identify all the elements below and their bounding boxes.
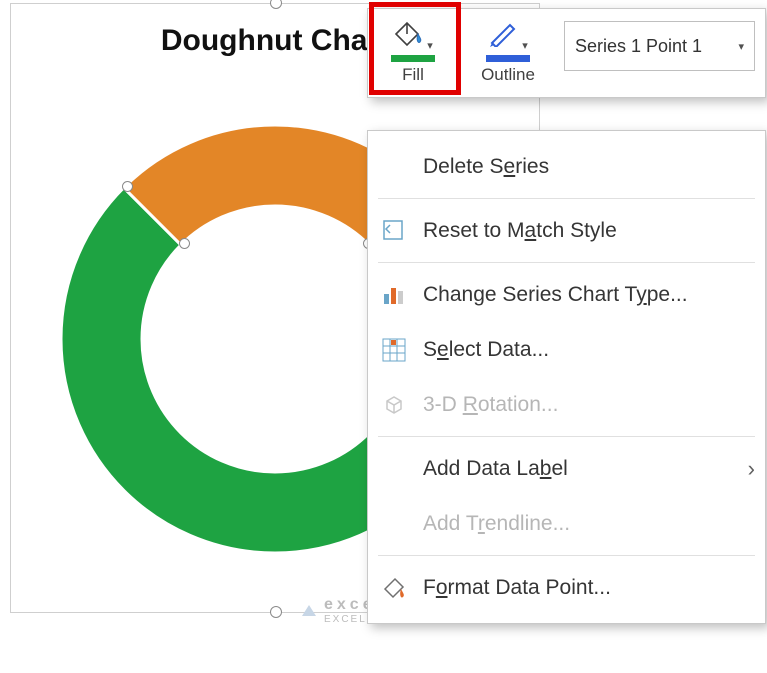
menu-reset-style[interactable]: Reset to Match Style bbox=[368, 203, 765, 258]
menu-3d-rotation: 3-D Rotation... bbox=[368, 377, 765, 432]
menu-format-data-point[interactable]: Format Data Point... bbox=[368, 560, 765, 615]
pen-icon bbox=[488, 21, 518, 52]
menu-label: Select Data... bbox=[423, 338, 549, 362]
menu-change-chart-type[interactable]: Change Series Chart Type... bbox=[368, 267, 765, 322]
chevron-down-icon: ▾ bbox=[738, 40, 744, 53]
blank-icon bbox=[380, 153, 408, 181]
menu-label: Add Trendline... bbox=[423, 512, 570, 536]
menu-add-trendline: Add Trendline... bbox=[368, 496, 765, 551]
fill-color-swatch bbox=[391, 55, 435, 62]
chart-element-selector-value: Series 1 Point 1 bbox=[575, 36, 702, 57]
reset-icon bbox=[380, 217, 408, 245]
menu-separator bbox=[378, 436, 755, 437]
menu-label: Change Series Chart Type... bbox=[423, 283, 688, 307]
blank-icon bbox=[380, 455, 408, 483]
mini-toolbar: ▾ Fill ▾ Outline Series 1 Point 1 ▾ bbox=[367, 8, 766, 98]
menu-separator bbox=[378, 555, 755, 556]
watermark-icon bbox=[300, 602, 318, 620]
chevron-right-icon: › bbox=[748, 456, 755, 482]
menu-select-data[interactable]: Select Data... bbox=[368, 322, 765, 377]
chart-type-icon bbox=[380, 281, 408, 309]
cube-icon bbox=[380, 391, 408, 419]
outline-label: Outline bbox=[481, 65, 535, 85]
chart-element-selector[interactable]: Series 1 Point 1 ▾ bbox=[564, 21, 755, 71]
select-data-icon bbox=[380, 336, 408, 364]
chevron-down-icon: ▾ bbox=[522, 39, 528, 52]
menu-label: Format Data Point... bbox=[423, 576, 611, 600]
bucket-icon bbox=[393, 21, 423, 52]
selection-handle[interactable] bbox=[179, 238, 190, 249]
menu-label: Delete Series bbox=[423, 155, 549, 179]
menu-label: Add Data Label bbox=[423, 457, 568, 481]
menu-add-data-label[interactable]: Add Data Label › bbox=[368, 441, 765, 496]
menu-separator bbox=[378, 198, 755, 199]
context-menu: Delete Series Reset to Match Style Chang… bbox=[367, 130, 766, 624]
outline-color-swatch bbox=[486, 55, 530, 62]
fill-button[interactable]: ▾ Fill bbox=[368, 9, 458, 97]
selection-handle[interactable] bbox=[122, 181, 133, 192]
chevron-down-icon: ▾ bbox=[427, 39, 433, 52]
fill-label: Fill bbox=[402, 65, 424, 85]
blank-icon bbox=[380, 510, 408, 538]
format-icon bbox=[380, 574, 408, 602]
resize-handle-top[interactable] bbox=[270, 0, 282, 9]
menu-separator bbox=[378, 262, 755, 263]
menu-delete-series[interactable]: Delete Series bbox=[368, 139, 765, 194]
menu-label: 3-D Rotation... bbox=[423, 393, 558, 417]
menu-label: Reset to Match Style bbox=[423, 219, 617, 243]
resize-handle-bottom[interactable] bbox=[270, 606, 282, 618]
outline-button[interactable]: ▾ Outline bbox=[458, 9, 558, 97]
